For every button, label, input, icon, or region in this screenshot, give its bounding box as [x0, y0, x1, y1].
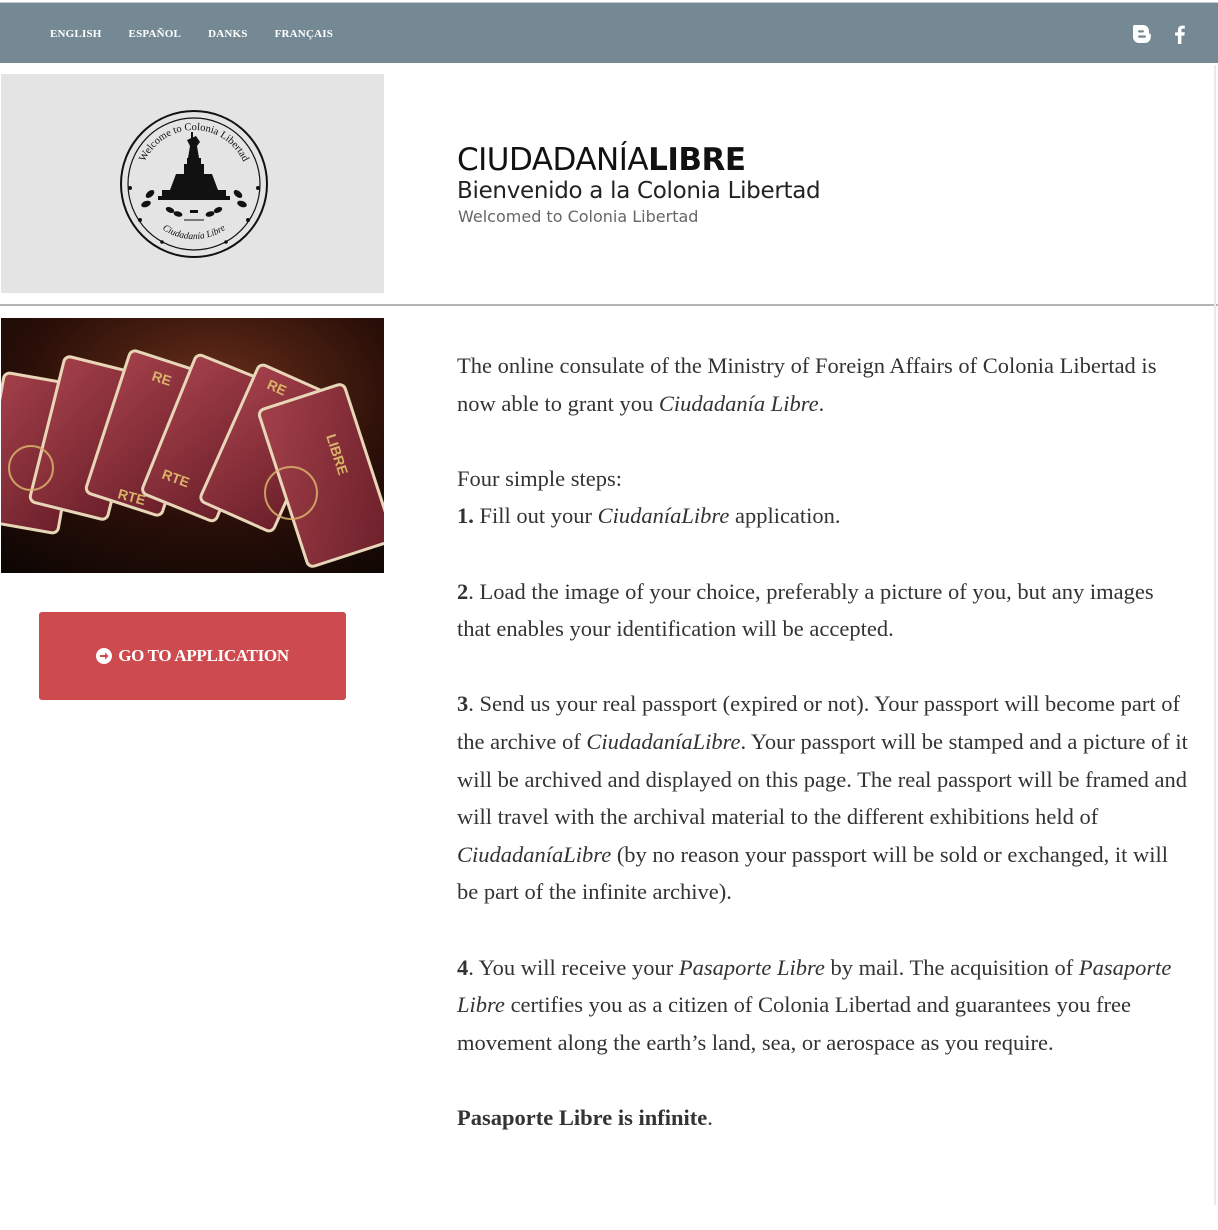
step-4-text-1: . You will receive your — [468, 954, 679, 980]
step-4: 4. You will receive your Pasaporte Libre… — [457, 949, 1192, 1062]
intro-end: . — [818, 390, 825, 416]
step-4-number: 4 — [457, 954, 469, 980]
site-title: CIUDADANÍALIBRE — [457, 141, 746, 179]
top-bar: ENGLISH ESPAÑOL DANKS FRANÇAIS — [0, 2, 1218, 63]
site-title-bold: LIBRE — [648, 142, 746, 178]
closing-line: Pasaporte Libre is infinite. — [457, 1099, 1192, 1137]
facebook-icon[interactable] — [1168, 22, 1192, 46]
step-1: 1. Fill out your CiudaníaLibre applicati… — [457, 497, 1192, 535]
go-to-application-label: GO TO APPLICATION — [118, 646, 289, 665]
social-links — [1130, 3, 1192, 64]
step-3-emphasis-1: CiudadaníaLibre — [586, 728, 741, 754]
step-2-number: 2 — [457, 578, 469, 604]
lang-link-francais[interactable]: FRANÇAIS — [275, 28, 333, 40]
step-2-text: . Load the image of your choice, prefera… — [457, 578, 1154, 642]
main-content: The online consulate of the Ministry of … — [457, 347, 1192, 1136]
lang-link-english[interactable]: ENGLISH — [50, 28, 102, 40]
step-1-number: 1. — [457, 503, 474, 529]
logo-panel: Welcome to Colonia Libertad Ciudadanía L… — [1, 74, 384, 293]
header-divider — [0, 304, 1218, 306]
passports-photo: LIBRE RTE RTE RE RE — [1, 318, 384, 573]
closing-end: . — [707, 1104, 713, 1130]
colonia-libertad-seal: Welcome to Colonia Libertad Ciudadanía L… — [120, 110, 268, 258]
step-4-emphasis-1: Pasaporte Libre — [678, 954, 825, 980]
site-title-light: CIUDADANÍA — [457, 142, 649, 178]
closing-bold: Pasaporte Libre is infinite — [457, 1104, 708, 1130]
blogger-icon[interactable] — [1130, 22, 1154, 46]
language-nav: ENGLISH ESPAÑOL DANKS FRANÇAIS — [50, 3, 333, 64]
step-3: 3. Send us your real passport (expired o… — [457, 685, 1192, 911]
svg-text:Ciudadanía Libre: Ciudadanía Libre — [161, 223, 228, 242]
step-3-number: 3 — [457, 691, 469, 717]
step-1-text: Fill out your — [473, 503, 598, 529]
right-edge-divider — [1214, 65, 1216, 1205]
subtitle-english: Welcomed to Colonia Libertad — [458, 207, 699, 226]
intro-paragraph: The online consulate of the Ministry of … — [457, 347, 1192, 422]
lang-link-danks[interactable]: DANKS — [208, 28, 248, 40]
step-4-text-3: certifies you as a citizen of Colonia Li… — [457, 992, 1131, 1055]
subtitle-spanish: Bienvenido a la Colonia Libertad — [457, 178, 821, 204]
step-4-text-2: by mail. The acquisition of — [824, 954, 1079, 980]
steps-heading: Four simple steps: — [457, 465, 623, 491]
step-1-text-end: application. — [729, 503, 841, 529]
circle-arrow-right-icon — [96, 648, 113, 664]
seal-bottom-text: Ciudadanía Libre — [161, 223, 228, 242]
go-to-application-button[interactable]: GO TO APPLICATION — [39, 612, 346, 700]
intro-emphasis: Ciudadanía Libre — [658, 390, 819, 416]
step-1-emphasis: CiudaníaLibre — [597, 503, 730, 529]
passports-illustration: LIBRE RTE RTE RE RE — [1, 318, 384, 573]
step-3-emphasis-2: CiudadaníaLibre — [457, 841, 612, 867]
lang-link-espanol[interactable]: ESPAÑOL — [129, 28, 182, 40]
step-2: 2. Load the image of your choice, prefer… — [457, 573, 1192, 648]
